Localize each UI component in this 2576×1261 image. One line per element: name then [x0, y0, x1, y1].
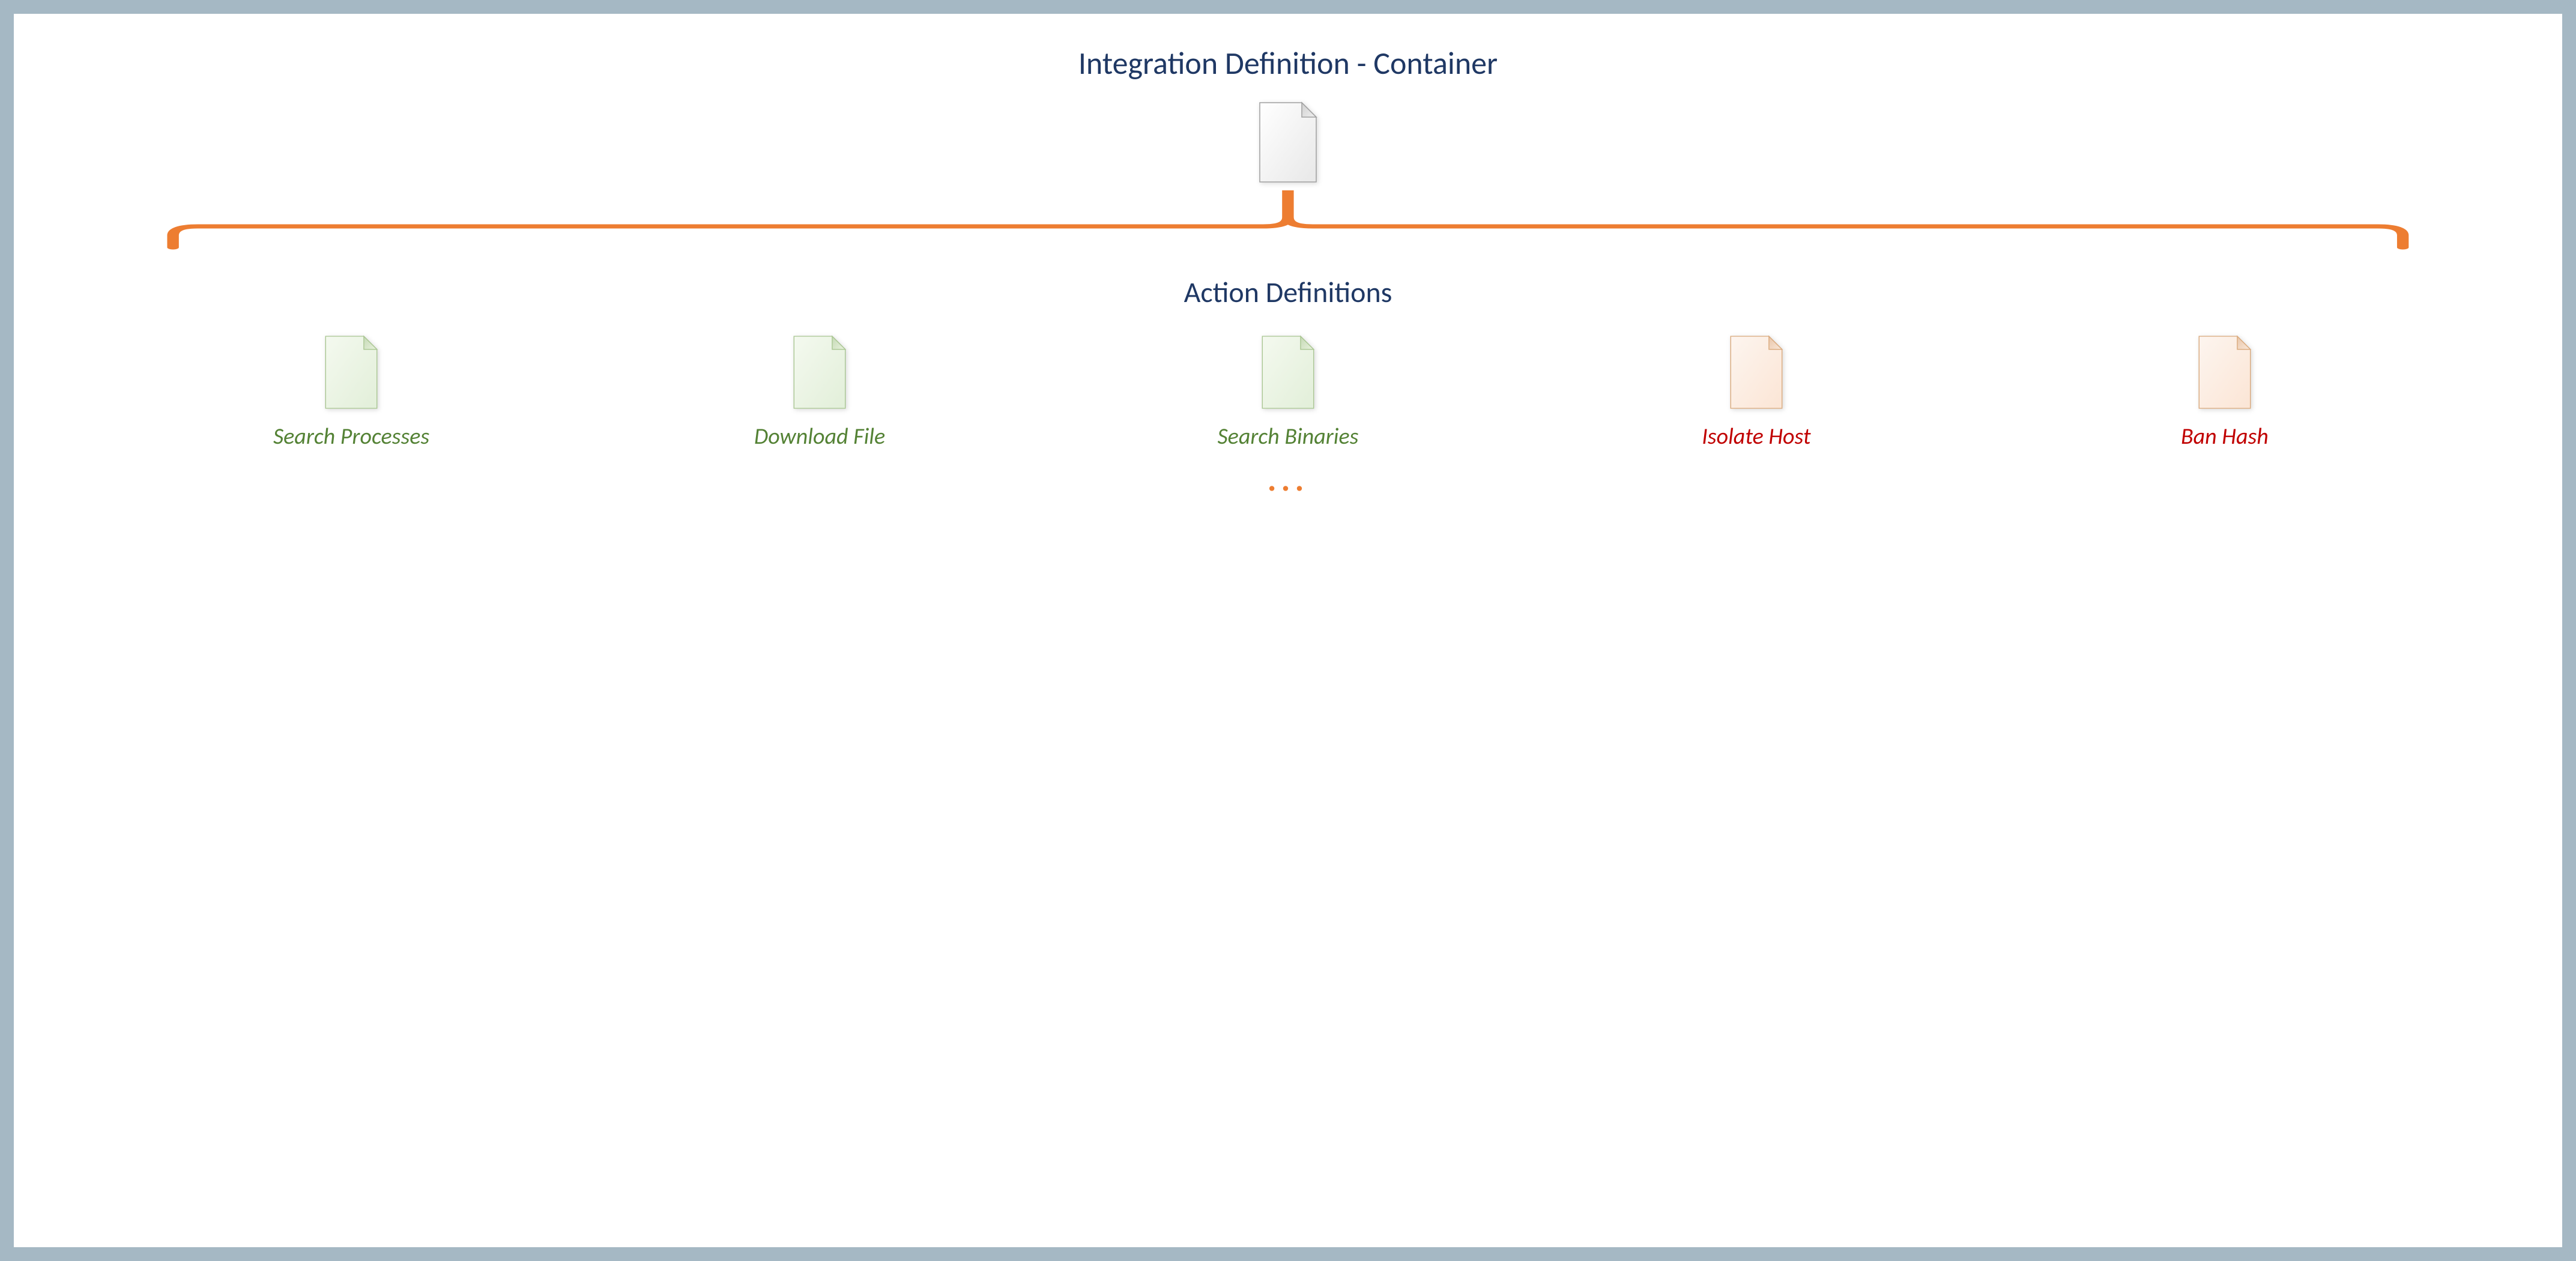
- sub-title: Action Definitions: [1184, 274, 1392, 310]
- file-icon-orange: [1726, 334, 1786, 411]
- diagram-container: Integration Definition - Container Actio…: [12, 12, 2564, 1249]
- ellipsis-icon: ...: [1268, 459, 1309, 500]
- main-title: Integration Definition - Container: [1078, 44, 1498, 82]
- container-icon-wrapper: [1255, 100, 1321, 184]
- action-label: Search Binaries: [1217, 423, 1358, 450]
- action-item-ban-hash: Ban Hash: [1997, 334, 2453, 450]
- brace-connector: [123, 190, 2453, 262]
- action-item-search-binaries: Search Binaries: [1060, 334, 1516, 450]
- action-item-download-file: Download File: [591, 334, 1048, 450]
- file-icon-green: [321, 334, 381, 411]
- action-label: Download File: [754, 423, 885, 450]
- action-label: Search Processes: [273, 423, 429, 450]
- file-icon-green: [790, 334, 850, 411]
- file-icon-green: [1258, 334, 1318, 411]
- file-icon-orange: [2195, 334, 2255, 411]
- action-item-search-processes: Search Processes: [123, 334, 579, 450]
- actions-row: Search Processes Download File: [123, 334, 2453, 450]
- file-icon-gray: [1255, 100, 1321, 184]
- action-item-isolate-host: Isolate Host: [1528, 334, 1985, 450]
- action-label: Isolate Host: [1702, 423, 1810, 450]
- action-label: Ban Hash: [2181, 423, 2269, 450]
